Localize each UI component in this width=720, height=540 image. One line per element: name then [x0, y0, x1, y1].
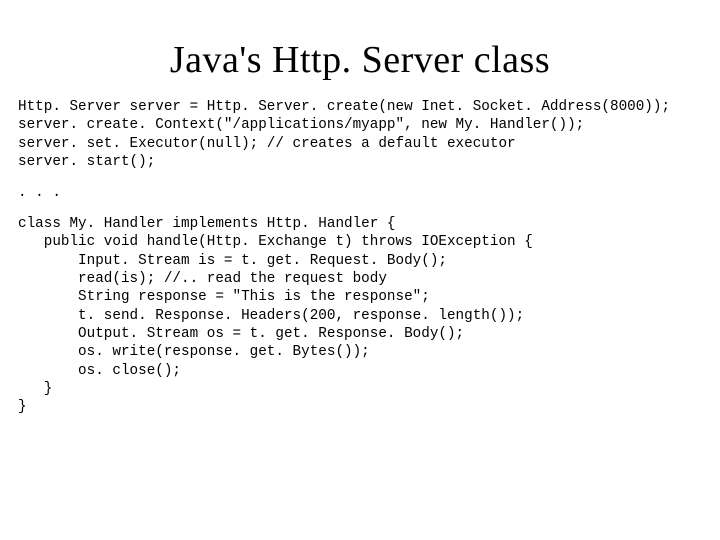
code-block-1: Http. Server server = Http. Server. crea…	[0, 98, 720, 171]
slide: Java's Http. Server class Http. Server s…	[0, 38, 720, 540]
code-block-2: class My. Handler implements Http. Handl…	[0, 215, 720, 416]
ellipsis: . . .	[0, 171, 720, 215]
slide-title: Java's Http. Server class	[0, 38, 720, 82]
